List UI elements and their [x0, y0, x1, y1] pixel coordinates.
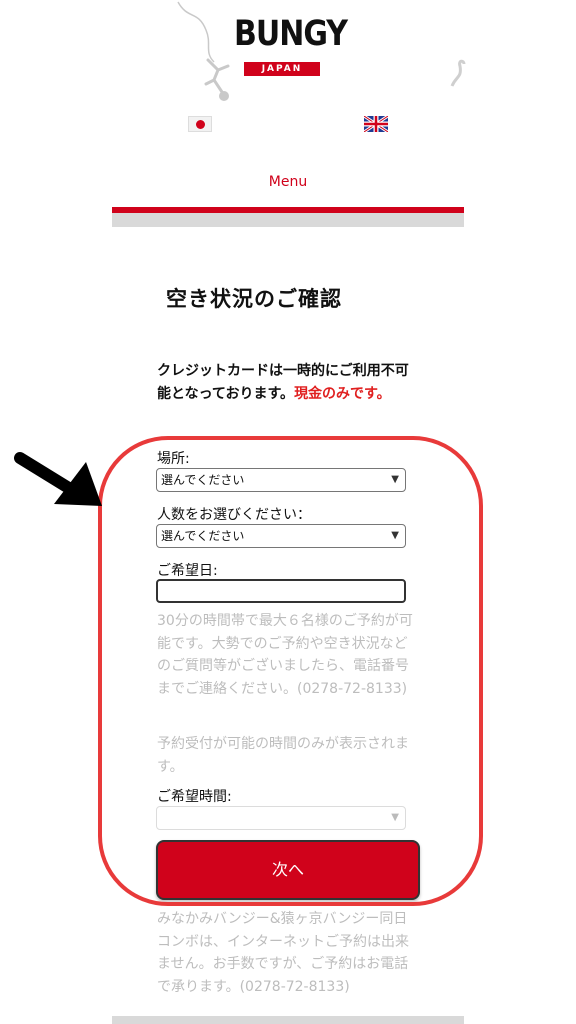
- chevron-down-icon: ▼: [391, 530, 399, 541]
- next-button[interactable]: 次へ: [156, 840, 420, 900]
- logo-subtitle: JAPAN: [244, 62, 320, 76]
- location-select[interactable]: 選んでください ▼: [156, 468, 406, 492]
- header-divider-gray: [112, 213, 464, 227]
- date-label: ご希望日:: [157, 563, 218, 579]
- decorative-figure: [450, 59, 466, 87]
- chevron-down-icon: ▼: [391, 474, 399, 485]
- pointer-arrow-icon: [14, 452, 102, 506]
- chevron-down-icon: ▼: [391, 812, 399, 823]
- location-select-value: 選んでください: [161, 473, 245, 487]
- page-title: 空き状況のご確認: [166, 287, 342, 311]
- menu-link[interactable]: Menu: [112, 174, 464, 190]
- people-select-value: 選んでください: [161, 529, 245, 543]
- notice-cash-only: 現金のみです。: [294, 386, 391, 402]
- date-input[interactable]: [156, 579, 406, 603]
- people-select[interactable]: 選んでください ▼: [156, 524, 406, 548]
- footer-divider: [112, 1016, 464, 1024]
- location-label: 場所:: [157, 451, 190, 467]
- people-label: 人数をお選びください：: [157, 507, 311, 523]
- japanese-flag-icon[interactable]: [188, 116, 212, 132]
- bungy-japan-logo[interactable]: BUNGY JAPAN: [234, 14, 348, 80]
- logo-word: BUNGY: [234, 14, 348, 55]
- time-label: ご希望時間:: [157, 789, 232, 805]
- uk-flag-icon[interactable]: [364, 116, 388, 132]
- combo-note: みなかみバンジー&猿ヶ京バンジー同日コンボは、インターネットご予約は出来ません。…: [157, 911, 409, 995]
- booking-info-text: 30分の時間帯で最大６名様のご予約が可能です。大勢でのご予約や空き状況などのご質…: [157, 613, 413, 697]
- availability-note: 予約受付が可能の時間のみが表示されます。: [157, 736, 409, 775]
- payment-notice: クレジットカードは一時的にご利用不可能となっております。現金のみです。: [157, 360, 417, 406]
- time-select[interactable]: ▼: [156, 806, 406, 830]
